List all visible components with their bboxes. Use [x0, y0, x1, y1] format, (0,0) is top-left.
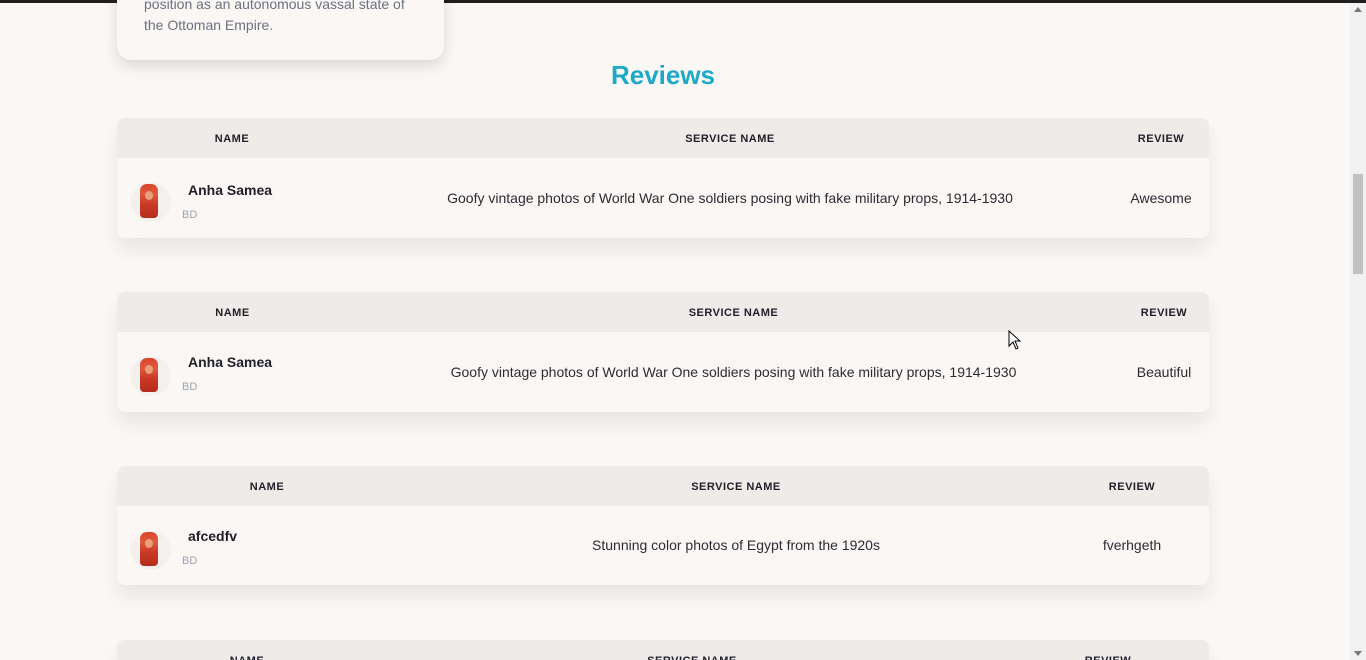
- header-review: REVIEW: [1108, 481, 1156, 493]
- review-cell: fverhgeth: [1102, 537, 1162, 553]
- review-table: NAME SERVICE NAME REVIEW Anha Samea BD G…: [117, 118, 1209, 238]
- user-avatar: [131, 182, 171, 222]
- service-name-cell: Goofy vintage photos of World War One so…: [447, 190, 1013, 206]
- review-cell: Beautiful: [1136, 364, 1192, 380]
- review-table: NAME SERVICE NAME REVIEW: [117, 640, 1209, 660]
- header-name: NAME: [214, 133, 250, 145]
- header-service-name: SERVICE NAME: [688, 307, 779, 319]
- scroll-down-arrow-icon[interactable]: [1354, 651, 1362, 656]
- service-name-cell: Goofy vintage photos of World War One so…: [450, 364, 1017, 380]
- scrollbar-thumb[interactable]: [1353, 174, 1363, 274]
- header-service-name: SERVICE NAME: [377, 640, 1007, 660]
- reviewer-name: afcedfv: [188, 528, 238, 544]
- header-service-name: SERVICE NAME: [685, 133, 775, 145]
- reviewer-name: Anha Samea: [188, 354, 273, 370]
- header-review: REVIEW: [1007, 640, 1209, 660]
- table-row: Anha Samea BD Goofy vintage photos of Wo…: [117, 332, 1209, 412]
- reviews-heading: Reviews: [610, 60, 716, 90]
- user-avatar: [131, 530, 171, 570]
- review-table: NAME SERVICE NAME REVIEW afcedfv BD Stun…: [117, 466, 1209, 585]
- table-header-row: NAME SERVICE NAME REVIEW: [117, 640, 1209, 660]
- service-name-cell: Stunning color photos of Egypt from the …: [592, 537, 880, 553]
- page-scrollbar[interactable]: [1350, 3, 1366, 660]
- table-header-row: NAME SERVICE NAME REVIEW: [117, 118, 1209, 158]
- service-card: position as an autonomous vassal state o…: [117, 0, 444, 60]
- table-header-row: NAME SERVICE NAME REVIEW: [117, 466, 1209, 506]
- user-avatar: [131, 356, 171, 396]
- header-service-name: SERVICE NAME: [691, 481, 781, 493]
- service-card-description: position as an autonomous vassal state o…: [144, 0, 414, 36]
- header-name: NAME: [215, 307, 250, 319]
- scroll-up-arrow-icon[interactable]: [1354, 7, 1362, 12]
- reviewer-name: Anha Samea: [188, 182, 273, 198]
- card-text-line2: the Ottoman Empire.: [144, 17, 274, 33]
- review-table: NAME SERVICE NAME REVIEW Anha Samea BD G…: [117, 292, 1209, 412]
- page-content: position as an autonomous vassal state o…: [0, 0, 1350, 660]
- reviewer-country: BD: [182, 209, 198, 221]
- card-text-line1: position as an autonomous vassal state o…: [144, 0, 405, 12]
- header-name: NAME: [117, 640, 377, 660]
- review-cell: Awesome: [1130, 190, 1192, 206]
- table-row: afcedfv BD Stunning color photos of Egyp…: [117, 506, 1209, 585]
- table-row: Anha Samea BD Goofy vintage photos of Wo…: [117, 158, 1209, 238]
- mouse-pointer-icon: [1008, 329, 1022, 355]
- reviewer-country: BD: [182, 381, 198, 393]
- header-review: REVIEW: [1137, 133, 1185, 145]
- header-review: REVIEW: [1140, 307, 1188, 319]
- header-name: NAME: [249, 481, 285, 493]
- table-header-row: NAME SERVICE NAME REVIEW: [117, 292, 1209, 332]
- reviewer-country: BD: [182, 555, 198, 567]
